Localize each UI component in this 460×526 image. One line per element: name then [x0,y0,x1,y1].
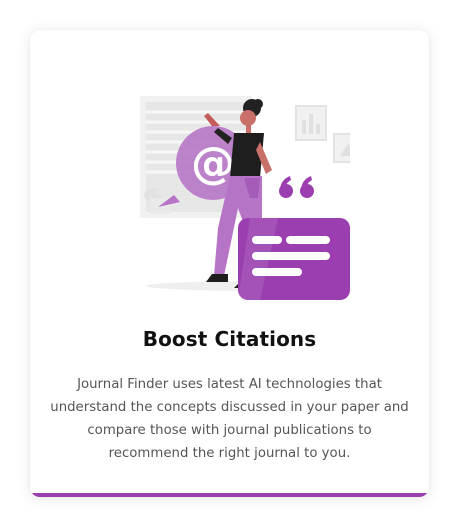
card-accent-bar [30,493,429,497]
wall-frames [295,105,350,163]
feature-card: @ Boost Citations Journal Finder uses la… [30,30,429,497]
svg-text:@: @ [191,138,235,189]
quote-icon [279,176,314,198]
card-description: Journal Finder uses latest AI technologi… [50,377,409,461]
card-title: Boost Citations [142,327,317,351]
speech-bubble-icon [238,218,350,300]
boost-citations-illustration: @ [110,88,350,328]
